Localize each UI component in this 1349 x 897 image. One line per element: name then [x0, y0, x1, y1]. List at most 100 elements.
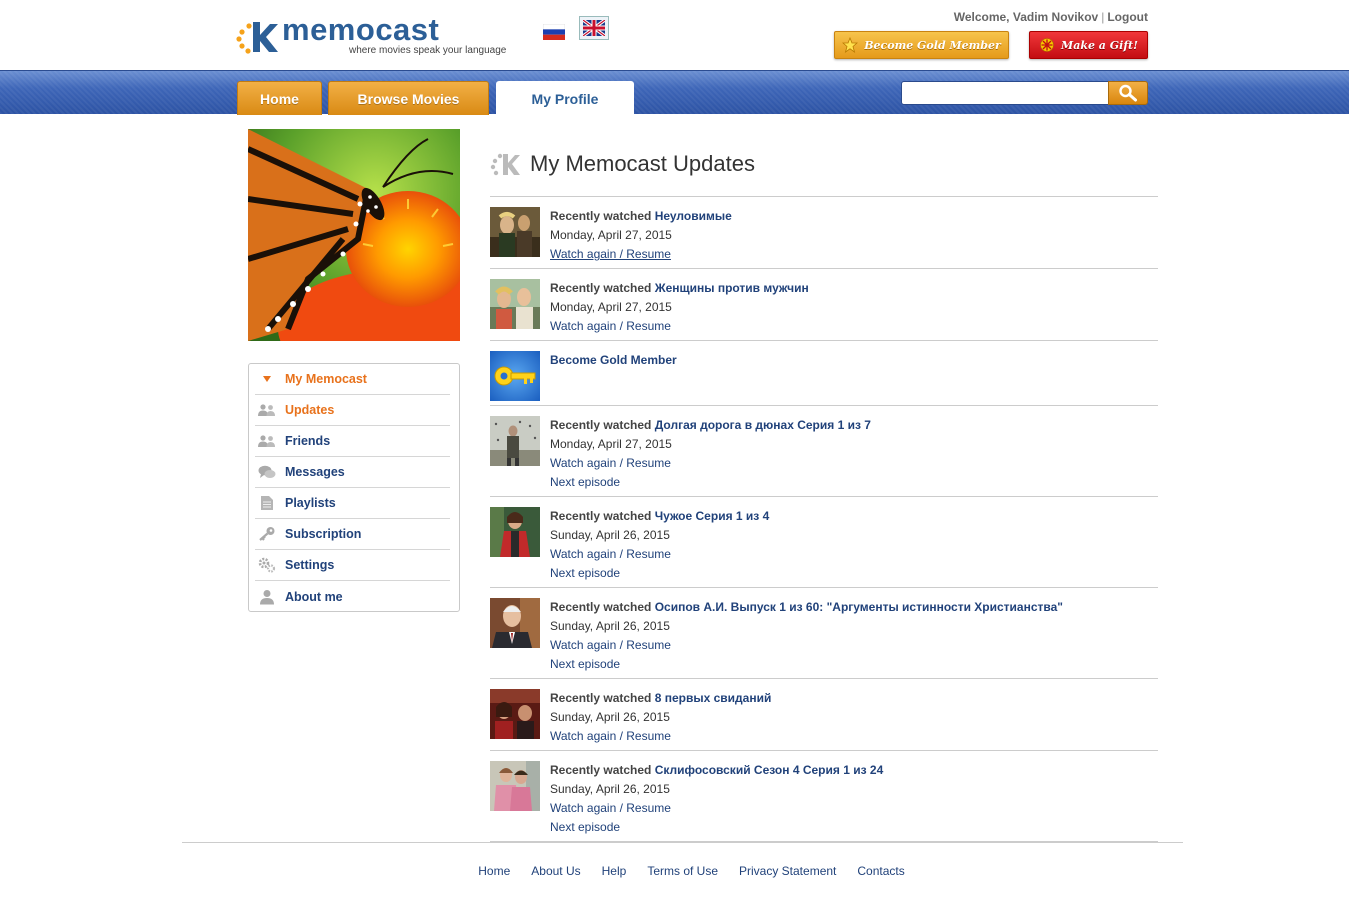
become-gold-member-button[interactable]: Become Gold Member — [834, 31, 1009, 59]
menu-my-memocast[interactable]: My Memocast — [255, 364, 450, 395]
profile-photo[interactable] — [248, 129, 460, 341]
next-episode-link[interactable]: Next episode — [550, 566, 620, 580]
watch-date: Sunday, April 26, 2015 — [550, 782, 670, 796]
russia-flag-icon — [543, 24, 565, 40]
site-header: memocast where movies speak your languag… — [0, 0, 1349, 70]
next-episode-link[interactable]: Next episode — [550, 657, 620, 671]
gears-icon — [258, 557, 276, 573]
make-a-gift-button[interactable]: Make a Gift! — [1029, 31, 1148, 59]
recently-watched-label: Recently watched — [550, 600, 652, 614]
language-option-en[interactable] — [579, 16, 609, 40]
search-button[interactable] — [1108, 81, 1148, 105]
menu-subscription[interactable]: Subscription — [255, 519, 450, 550]
update-text: Recently watched Осипов А.И. Выпуск 1 из… — [550, 598, 1063, 674]
recently-watched-label: Recently watched — [550, 281, 652, 295]
movie-title-link[interactable]: Долгая дорога в дюнах Серия 1 из 7 — [655, 418, 871, 432]
footer-link-privacy-statement[interactable]: Privacy Statement — [739, 864, 836, 878]
update-text: Recently watched Склифосовский Сезон 4 С… — [550, 761, 883, 837]
watch-date: Monday, April 27, 2015 — [550, 437, 672, 451]
recently-watched-label: Recently watched — [550, 691, 652, 705]
movie-title-link[interactable]: Женщины против мужчин — [655, 281, 809, 295]
movie-title-link[interactable]: Чужое Серия 1 из 4 — [655, 509, 770, 523]
movie-thumbnail[interactable] — [490, 689, 540, 739]
footer-link-about-us[interactable]: About Us — [531, 864, 580, 878]
gold-key-thumbnail[interactable] — [490, 351, 540, 401]
movie-thumbnail[interactable] — [490, 761, 540, 811]
menu-about-me[interactable]: About me — [255, 581, 450, 612]
watch-again-resume-link[interactable]: Watch again / Resume — [550, 319, 671, 333]
movie-thumbnail[interactable] — [490, 598, 540, 648]
menu-settings[interactable]: Settings — [255, 550, 450, 581]
watch-again-resume-link[interactable]: Watch again / Resume — [550, 729, 671, 743]
update-item: Recently watched Чужое Серия 1 из 4 Sund… — [490, 497, 1158, 588]
menu-label: Subscription — [285, 527, 362, 541]
update-item-gold: Become Gold Member — [490, 341, 1158, 406]
footer-divider — [182, 842, 1183, 843]
menu-label: Playlists — [285, 496, 336, 510]
footer-link-home[interactable]: Home — [478, 864, 510, 878]
watch-again-resume-link[interactable]: Watch again / Resume — [550, 456, 671, 470]
become-gold-member-link[interactable]: Become Gold Member — [550, 353, 677, 367]
tab-home[interactable]: Home — [237, 81, 322, 115]
menu-label: My Memocast — [285, 372, 367, 386]
search-box — [901, 81, 1148, 106]
watch-again-resume-link[interactable]: Watch again / Resume — [550, 801, 671, 815]
update-text: Recently watched Чужое Серия 1 из 4 Sund… — [550, 507, 769, 583]
update-item: Recently watched Долгая дорога в дюнах С… — [490, 406, 1158, 497]
recently-watched-label: Recently watched — [550, 418, 652, 432]
movie-thumbnail[interactable] — [490, 507, 540, 557]
logout-link[interactable]: Logout — [1107, 10, 1148, 24]
footer-link-contacts[interactable]: Contacts — [857, 864, 904, 878]
movie-title-link[interactable]: 8 первых свиданий — [655, 691, 772, 705]
star-icon — [842, 37, 859, 53]
update-text: Recently watched Неуловимые Monday, Apri… — [550, 207, 732, 264]
footer-link-help[interactable]: Help — [602, 864, 627, 878]
footer-links: Home About Us Help Terms of Use Privacy … — [478, 864, 904, 878]
language-option-ru[interactable] — [539, 20, 569, 44]
menu-updates[interactable]: Updates — [255, 395, 450, 426]
welcome-text: Welcome, Vadim Novikov — [953, 10, 1099, 24]
recently-watched-label: Recently watched — [550, 209, 652, 223]
gold-key-icon — [490, 351, 540, 401]
watch-date: Sunday, April 26, 2015 — [550, 619, 670, 633]
movie-thumbnail[interactable] — [490, 279, 540, 329]
menu-friends[interactable]: Friends — [255, 426, 450, 457]
menu-messages[interactable]: Messages — [255, 457, 450, 488]
tab-browse-movies[interactable]: Browse Movies — [328, 81, 489, 115]
watch-again-resume-link[interactable]: Watch again / Resume — [550, 638, 671, 652]
movie-title-link[interactable]: Неуловимые — [655, 209, 732, 223]
movie-thumbnail[interactable] — [490, 416, 540, 466]
chat-bubbles-icon — [258, 464, 276, 480]
page-title: My Memocast Updates — [530, 151, 755, 176]
movie-thumbnail[interactable] — [490, 207, 540, 257]
document-icon — [258, 495, 276, 511]
tab-my-profile[interactable]: My Profile — [496, 81, 634, 116]
memocast-logo-icon — [236, 22, 278, 54]
logo-wordmark: memocast — [282, 12, 440, 47]
search-input[interactable] — [901, 81, 1109, 105]
menu-label: Friends — [285, 434, 331, 448]
welcome-separator: | — [1101, 10, 1105, 24]
update-text: Recently watched Долгая дорога в дюнах С… — [550, 416, 871, 492]
update-item: Recently watched Склифосовский Сезон 4 С… — [490, 751, 1158, 842]
next-episode-link[interactable]: Next episode — [550, 475, 620, 489]
search-icon — [1119, 84, 1137, 102]
update-text: Recently watched 8 первых свиданий Sunda… — [550, 689, 771, 746]
users-icon — [258, 402, 276, 418]
movie-title-link[interactable]: Осипов А.И. Выпуск 1 из 60: "Аргументы и… — [655, 600, 1063, 614]
memocast-logo[interactable]: memocast where movies speak your languag… — [236, 12, 526, 60]
update-item: Recently watched Женщины против мужчин M… — [490, 269, 1158, 341]
watch-date: Monday, April 27, 2015 — [550, 300, 672, 314]
watch-again-resume-link[interactable]: Watch again / Resume — [550, 247, 671, 261]
uk-flag-icon — [583, 20, 605, 36]
menu-playlists[interactable]: Playlists — [255, 488, 450, 519]
update-text: Become Gold Member — [550, 351, 677, 370]
triangle-down-icon — [258, 371, 276, 387]
recently-watched-label: Recently watched — [550, 763, 652, 777]
movie-title-link[interactable]: Склифосовский Сезон 4 Серия 1 из 24 — [655, 763, 884, 777]
next-episode-link[interactable]: Next episode — [550, 820, 620, 834]
menu-label: Settings — [285, 558, 335, 572]
watch-again-resume-link[interactable]: Watch again / Resume — [550, 547, 671, 561]
update-item: Recently watched 8 первых свиданий Sunda… — [490, 679, 1158, 751]
footer-link-terms-of-use[interactable]: Terms of Use — [647, 864, 718, 878]
